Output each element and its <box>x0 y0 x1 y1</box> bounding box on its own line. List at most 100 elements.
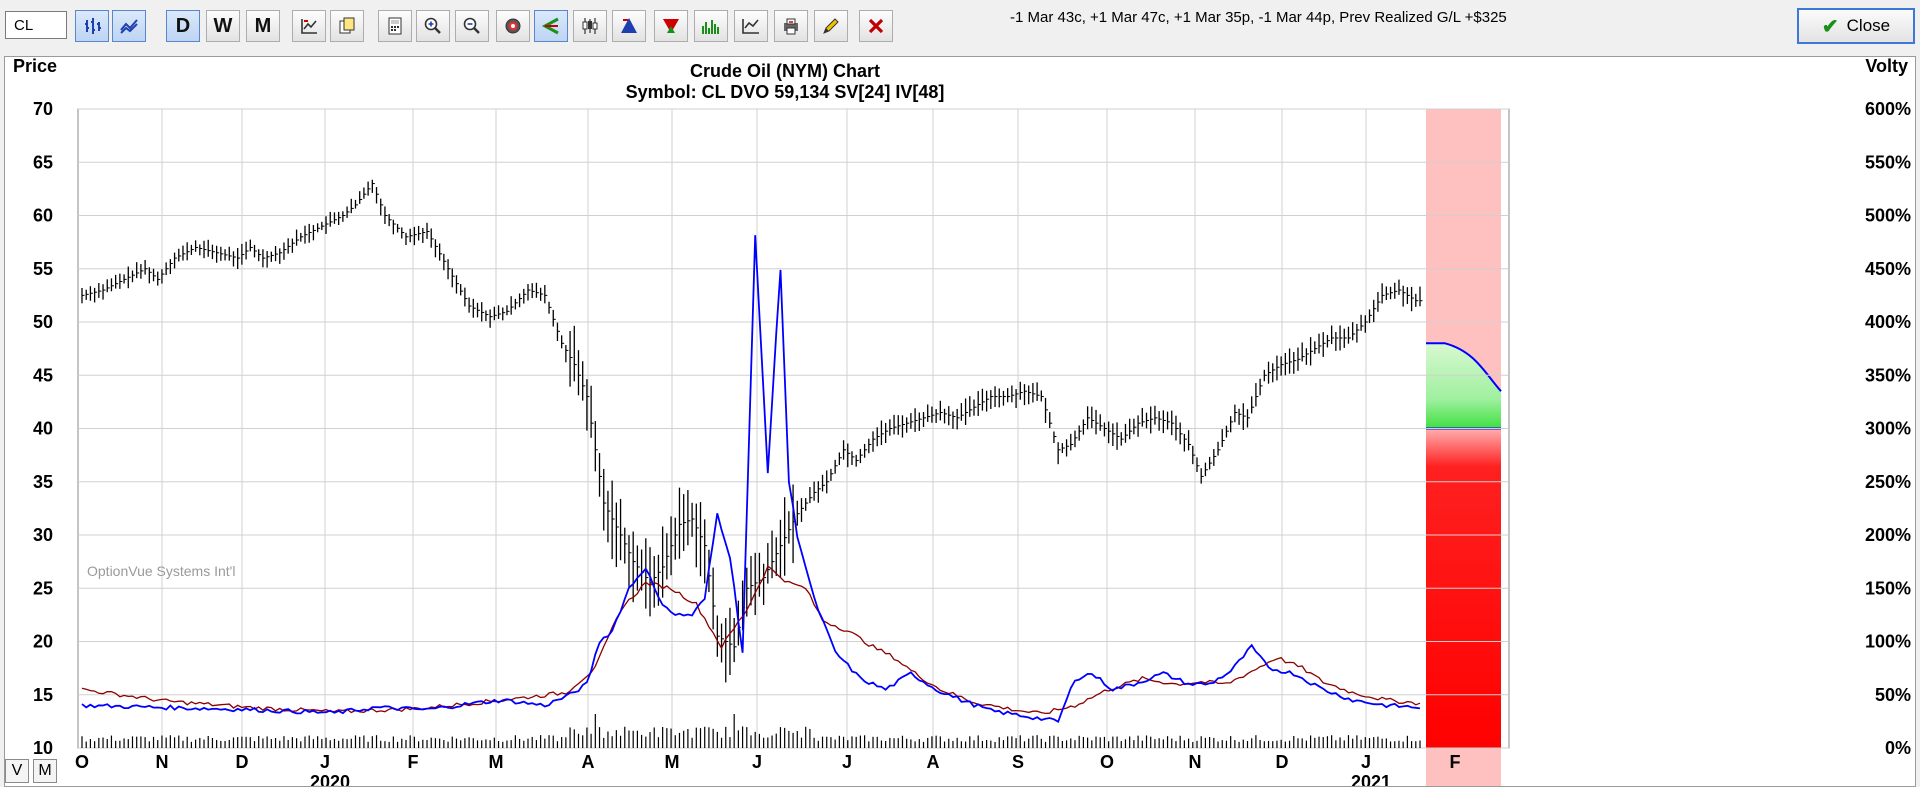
right-tick-label: 300% <box>1865 419 1911 439</box>
right-tick-label: 450% <box>1865 259 1911 279</box>
copy-button[interactable] <box>330 10 364 42</box>
checkmark-icon: ✔ <box>1821 15 1839 38</box>
left-tick-label: 35 <box>33 472 53 492</box>
weekly-label: W <box>213 14 233 37</box>
volume-button[interactable] <box>694 10 728 42</box>
y-axis-left-label: Price <box>13 57 57 76</box>
month-tick-label: N <box>156 752 169 772</box>
right-tick-label: 400% <box>1865 312 1911 332</box>
month-tick-label: S <box>1012 752 1024 772</box>
delete-button[interactable] <box>859 10 893 42</box>
month-tick-label: J <box>842 752 852 772</box>
month-tick-label: D <box>236 752 249 772</box>
zoom-out-icon <box>463 17 480 34</box>
bar-chart-icon <box>85 18 101 34</box>
year-tick-label: 2020 <box>310 772 350 786</box>
left-tick-label: 55 <box>33 259 53 279</box>
volume-icon <box>702 20 719 34</box>
copy-icon <box>339 17 355 34</box>
m-toggle-button[interactable]: M <box>33 759 57 783</box>
zoom-in-button[interactable] <box>416 10 450 42</box>
pencil-icon <box>823 18 839 34</box>
y-axis-right-label: Volty <box>1865 57 1908 76</box>
right-tick-label: 600% <box>1865 99 1911 119</box>
month-tick-label: D <box>1276 752 1289 772</box>
price-volatility-chart[interactable]: 70 65 60 55 50 45 40 35 30 25 20 15 10 600% 550% 500% 45… <box>5 57 1915 786</box>
right-tick-label: 350% <box>1865 365 1911 385</box>
target-icon <box>505 18 521 34</box>
right-tick-label: 100% <box>1865 632 1911 652</box>
study-icon <box>301 19 317 34</box>
left-tick-label: 45 <box>33 365 53 385</box>
month-tick-label: O <box>75 752 89 772</box>
month-tick-label: J <box>1361 752 1371 772</box>
calculator-button[interactable] <box>378 10 412 42</box>
month-tick-label: M <box>665 752 680 772</box>
bar-chart-button[interactable] <box>75 10 109 42</box>
zoom-out-button[interactable] <box>455 10 489 42</box>
candlestick-icon <box>582 18 598 34</box>
symbol-input[interactable] <box>5 11 67 39</box>
right-tick-label: 150% <box>1865 578 1911 598</box>
year-tick-label: 2021 <box>1351 772 1391 786</box>
chart-panel: 70 65 60 55 50 45 40 35 30 25 20 15 10 600% 550% 500% 45… <box>4 56 1916 787</box>
print-button[interactable] <box>774 10 808 42</box>
trend-icon <box>541 17 559 35</box>
left-tick-label: 25 <box>33 578 53 598</box>
close-button[interactable]: ✔ Close <box>1797 8 1915 44</box>
month-tick-label: J <box>752 752 762 772</box>
monthly-label: M <box>254 14 272 37</box>
study-button[interactable] <box>292 10 326 42</box>
toolbar: DWM -1 Mar 43c, +1 Mar 47c, +1 Mar 35p, … <box>0 0 1920 52</box>
left-tick-label: 10 <box>33 738 53 758</box>
triangle-up-button[interactable] <box>612 10 646 42</box>
month-tick-label: A <box>582 752 595 772</box>
close-label: Close <box>1846 16 1891 35</box>
zoom-in-icon <box>424 17 441 34</box>
right-tick-label: 500% <box>1865 206 1911 226</box>
target-button[interactable] <box>496 10 530 42</box>
triangle-down-button[interactable] <box>654 10 688 42</box>
month-tick-label: F <box>1450 752 1461 772</box>
daily-label: D <box>175 14 191 37</box>
indicator-icon <box>742 19 759 34</box>
line-chart-button[interactable] <box>112 10 146 42</box>
right-tick-label: 50% <box>1875 685 1911 705</box>
left-tick-label: 40 <box>33 419 53 439</box>
monthly-button[interactable]: M <box>246 10 280 42</box>
month-tick-label: F <box>408 752 419 772</box>
daily-button[interactable]: D <box>166 10 200 42</box>
close-x-icon <box>868 18 884 34</box>
right-tick-label: 550% <box>1865 152 1911 172</box>
month-tick-label: N <box>1189 752 1202 772</box>
v-toggle-button[interactable]: V <box>5 759 29 783</box>
calculator-icon <box>388 17 402 35</box>
month-tick-label: O <box>1100 752 1114 772</box>
triangle-up-icon <box>621 18 637 33</box>
left-tick-label: 20 <box>33 632 53 652</box>
month-tick-label: A <box>927 752 940 772</box>
trend-button[interactable] <box>534 10 568 42</box>
left-tick-label: 50 <box>33 312 53 332</box>
print-icon <box>784 18 798 35</box>
left-tick-label: 30 <box>33 525 53 545</box>
left-tick-label: 65 <box>33 152 53 172</box>
projection-zone <box>1426 109 1502 786</box>
watermark: OptionVue Systems Int'l <box>87 563 235 579</box>
left-tick-label: 15 <box>33 685 53 705</box>
pencil-button[interactable] <box>814 10 848 42</box>
indicator-button[interactable] <box>734 10 768 42</box>
line-chart-icon <box>120 19 138 34</box>
right-tick-label: 0% <box>1885 738 1911 758</box>
left-tick-label: 70 <box>33 99 53 119</box>
weekly-button[interactable]: W <box>206 10 240 42</box>
right-tick-label: 250% <box>1865 472 1911 492</box>
position-status: -1 Mar 43c, +1 Mar 47c, +1 Mar 35p, -1 M… <box>1010 9 1507 26</box>
chart-title: Crude Oil (NYM) Chart <box>690 61 880 81</box>
left-tick-label: 60 <box>33 206 53 226</box>
candlestick-button[interactable] <box>573 10 607 42</box>
month-tick-label: J <box>320 752 330 772</box>
right-tick-label: 200% <box>1865 525 1911 545</box>
chart-subtitle: Symbol: CL DVO 59,134 SV[24] IV[48] <box>626 82 945 102</box>
triangle-down-icon <box>663 19 679 33</box>
